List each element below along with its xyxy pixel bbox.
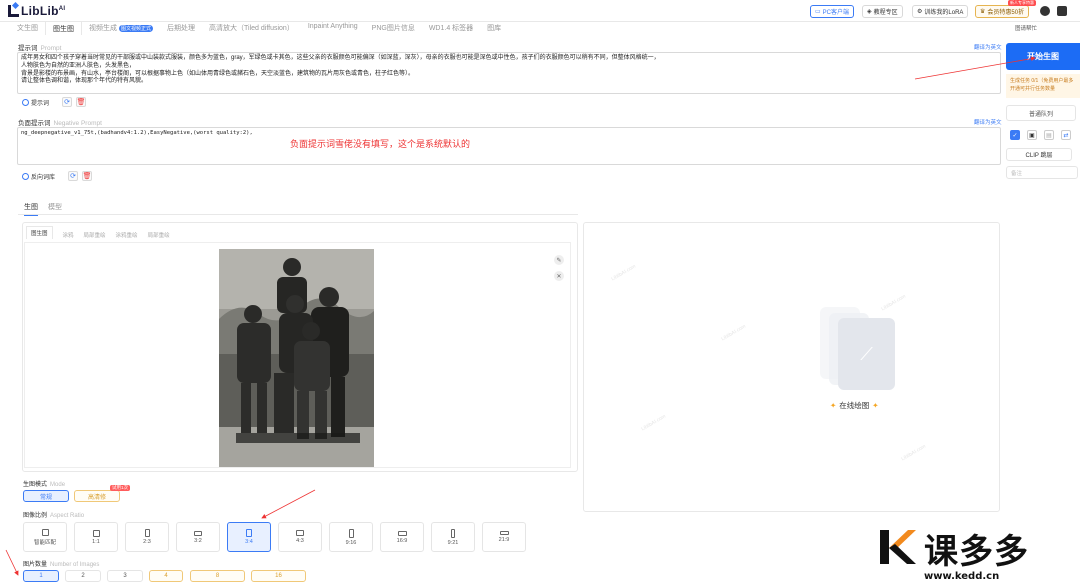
annotation-arrows bbox=[5, 56, 1036, 576]
brand-k-logo bbox=[878, 526, 918, 578]
brand-cn-text: 课多多 bbox=[924, 532, 1029, 572]
brand-url: www.kedd.cn bbox=[924, 571, 1000, 582]
